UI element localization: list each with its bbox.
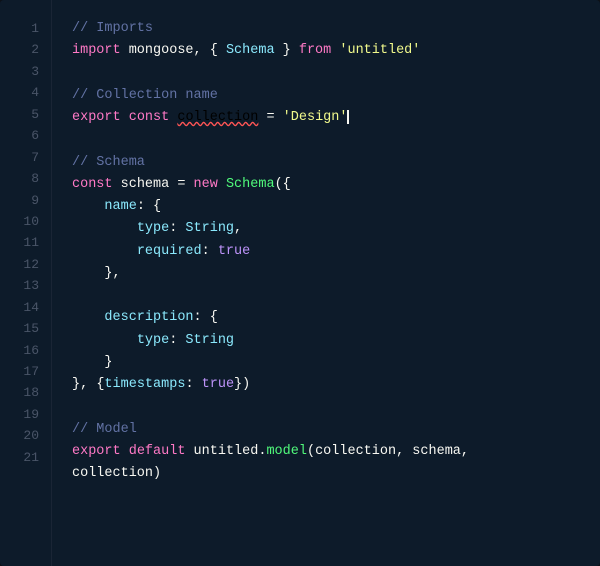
- code-line-10: type: String,: [72, 218, 584, 240]
- line-numbers: 1 2 3 4 5 6 7 8 9 10 11 12 13 14 15 16 1…: [0, 0, 52, 566]
- code-line-5: export const collection = 'Design': [72, 107, 584, 129]
- code-line-11: required: true: [72, 241, 584, 263]
- code-line-8: const schema = new Schema({: [72, 174, 584, 196]
- code-line-13: [72, 285, 584, 307]
- code-line-15: type: String: [72, 330, 584, 352]
- code-line-4: // Collection name: [72, 85, 584, 107]
- code-line-12: },: [72, 263, 584, 285]
- code-line-3: [72, 63, 584, 85]
- code-line-7: // Schema: [72, 152, 584, 174]
- code-line-6: [72, 129, 584, 151]
- code-line-19: // Model: [72, 419, 584, 441]
- code-line-1: // Imports: [72, 18, 584, 40]
- code-line-14: description: {: [72, 307, 584, 329]
- code-line-20: export default untitled.model(collection…: [72, 441, 584, 463]
- code-content[interactable]: // Imports import mongoose, { Schema } f…: [52, 0, 600, 566]
- code-line-17: }, {timestamps: true}): [72, 374, 584, 396]
- code-line-21: collection): [72, 463, 584, 485]
- code-editor: 1 2 3 4 5 6 7 8 9 10 11 12 13 14 15 16 1…: [0, 0, 600, 566]
- code-line-9: name: {: [72, 196, 584, 218]
- code-line-16: }: [72, 352, 584, 374]
- code-line-18: [72, 397, 584, 419]
- code-line-2: import mongoose, { Schema } from 'untitl…: [72, 40, 584, 62]
